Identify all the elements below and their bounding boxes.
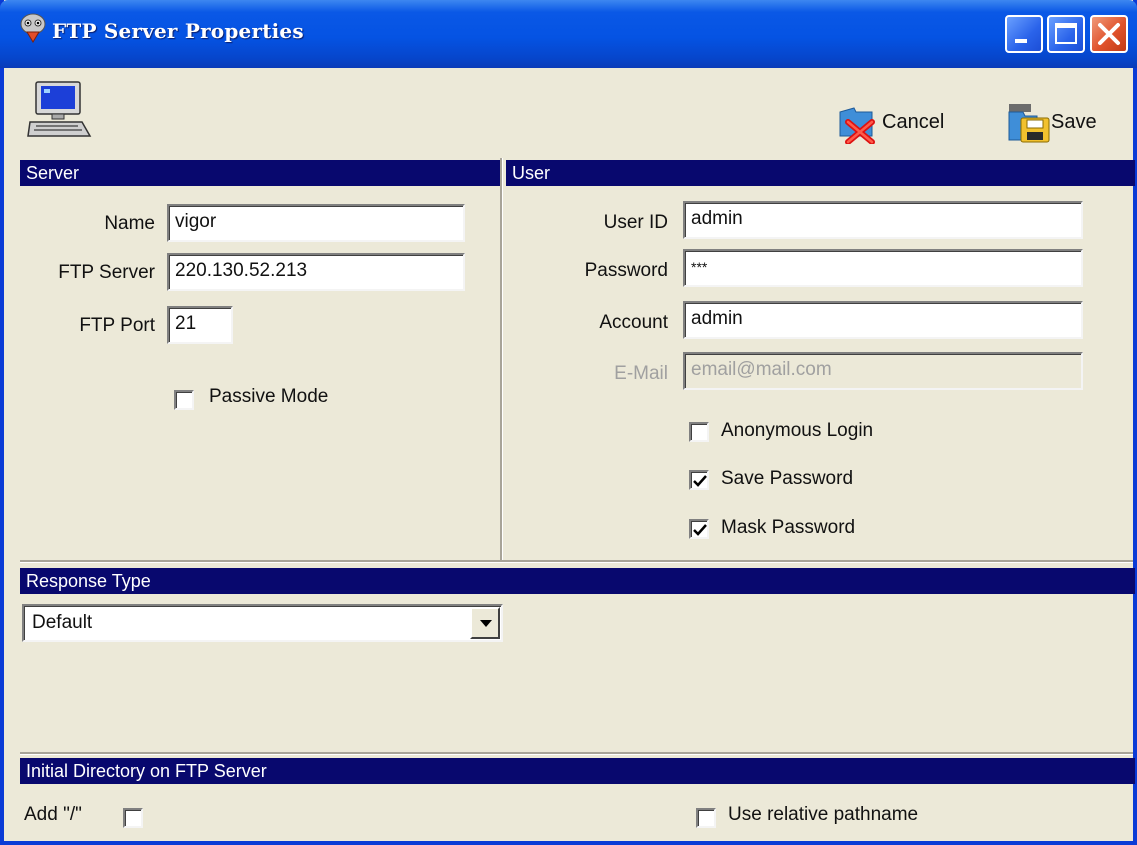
cancel-icon — [839, 107, 875, 144]
chevron-down-icon — [480, 620, 492, 627]
ftp-port-input[interactable]: 21 — [167, 306, 233, 344]
account-input[interactable]: admin — [683, 301, 1083, 339]
cancel-label: Cancel — [882, 110, 945, 133]
name-input[interactable]: vigor — [167, 204, 465, 242]
checkmark-icon — [693, 524, 707, 536]
name-label: Name — [104, 213, 155, 234]
user-id-label: User ID — [603, 212, 668, 233]
passive-mode-label: Passive Mode — [209, 386, 329, 407]
save-password-label: Save Password — [721, 468, 854, 489]
relative-pathname-checkbox[interactable] — [696, 808, 716, 828]
password-label: Password — [584, 260, 668, 281]
close-icon — [1098, 23, 1120, 45]
password-input[interactable]: *** — [683, 249, 1083, 287]
user-id-input[interactable]: admin — [683, 201, 1083, 239]
dropdown-button[interactable] — [470, 607, 500, 639]
save-button[interactable]: Save — [1007, 100, 1097, 144]
window-title: FTP Server Properties — [52, 19, 304, 43]
app-logo-icon — [20, 13, 46, 43]
account-label: Account — [599, 312, 668, 333]
server-section-header: Server — [20, 160, 500, 186]
save-icon — [1008, 104, 1050, 143]
ftp-port-label: FTP Port — [79, 315, 155, 336]
response-type-value: Default — [32, 612, 93, 633]
add-slash-label: Add "/" — [24, 804, 82, 825]
checkmark-icon — [693, 475, 707, 487]
response-type-header: Response Type — [20, 568, 1135, 594]
cancel-button[interactable]: Cancel — [838, 100, 944, 144]
ftp-server-label: FTP Server — [58, 262, 155, 283]
initial-directory-header: Initial Directory on FTP Server — [20, 758, 1135, 784]
save-password-checkbox[interactable] — [689, 470, 709, 490]
add-slash-checkbox[interactable] — [123, 808, 143, 828]
close-button[interactable] — [1090, 15, 1128, 53]
anonymous-login-label: Anonymous Login — [721, 420, 874, 441]
relative-pathname-label: Use relative pathname — [728, 804, 919, 825]
ftp-server-input[interactable]: 220.130.52.213 — [167, 253, 465, 291]
anonymous-login-checkbox[interactable] — [689, 422, 709, 442]
section-divider — [500, 158, 503, 560]
user-section-header: User — [506, 160, 1135, 186]
mask-password-label: Mask Password — [721, 517, 856, 538]
title-bar[interactable]: FTP Server Properties — [0, 0, 1137, 68]
divider — [20, 560, 1133, 563]
email-label: E-Mail — [614, 363, 668, 384]
minimize-button[interactable] — [1005, 15, 1043, 53]
computer-icon — [27, 81, 92, 137]
maximize-icon — [1055, 23, 1077, 44]
email-input[interactable]: email@mail.com — [683, 352, 1083, 390]
save-label: Save — [1051, 110, 1097, 133]
ftp-server-properties-window: FTP Server Properties Cancel Save Server… — [0, 0, 1137, 845]
divider — [20, 752, 1133, 755]
maximize-button[interactable] — [1047, 15, 1085, 53]
response-type-select[interactable]: Default — [22, 604, 503, 642]
passive-mode-checkbox[interactable] — [174, 390, 194, 410]
toolbar: Cancel Save — [4, 68, 1133, 158]
minimize-icon — [1015, 39, 1027, 43]
mask-password-checkbox[interactable] — [689, 519, 709, 539]
